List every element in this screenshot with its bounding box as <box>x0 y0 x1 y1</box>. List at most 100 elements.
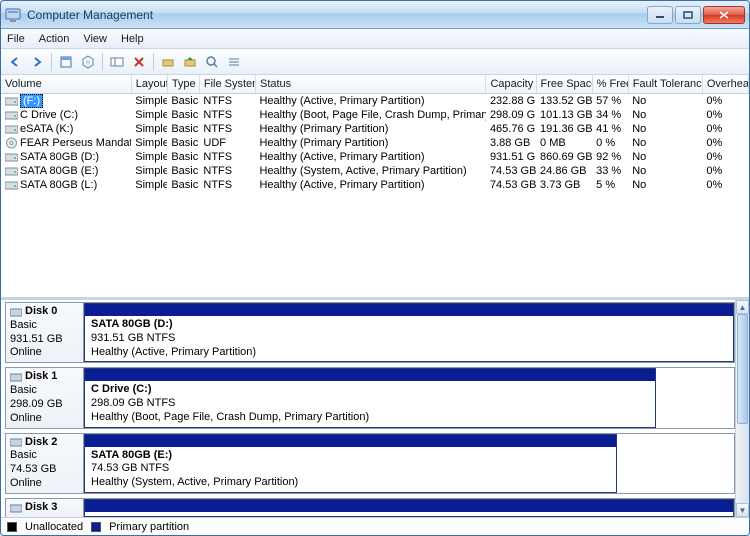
disk-size: 931.51 GB <box>10 333 79 347</box>
table-header[interactable]: Volume Layout Type File System Status Ca… <box>1 75 749 93</box>
disks-pane[interactable]: Disk 0 Basic 931.51 GB Online SATA 80GB (D:)… <box>1 300 749 517</box>
table-row[interactable]: FEAR Perseus Mandate (H:)SimpleBasicUDFH… <box>1 136 749 150</box>
disk-parts: C Drive (C:)298.09 GB NTFSHealthy (Boot,… <box>84 368 734 427</box>
cell-overhead: 0% <box>702 178 748 192</box>
table-row[interactable]: SATA 80GB (D:)SimpleBasicNTFSHealthy (Ac… <box>1 150 749 164</box>
close-button[interactable] <box>703 6 745 24</box>
disk-parts: SATA 80GB (E:)74.53 GB NTFSHealthy (Syst… <box>84 434 734 493</box>
cell-capacity: 74.53 GB <box>486 178 536 192</box>
cell-fault: No <box>628 122 702 136</box>
cell-status: Healthy (Primary Partition) <box>255 136 485 150</box>
col-type[interactable]: Type <box>167 75 199 93</box>
cell-free: 3.73 GB <box>536 178 592 192</box>
volume-name: eSATA (K:) <box>20 123 73 135</box>
disk-state: Online <box>10 477 79 491</box>
col-fs[interactable]: File System <box>199 75 255 93</box>
cell-status: Healthy (Active, Primary Partition) <box>255 93 485 108</box>
table-row[interactable]: SATA 80GB (L:)SimpleBasicNTFSHealthy (Ac… <box>1 178 749 192</box>
action-icon-1[interactable] <box>158 52 178 72</box>
minimize-button[interactable] <box>647 6 673 24</box>
scroll-up-icon[interactable]: ▲ <box>736 300 749 314</box>
disk-icon <box>10 436 22 448</box>
col-volume[interactable]: Volume <box>1 75 131 93</box>
disk-state: Online <box>10 412 79 426</box>
drive-icon <box>5 109 18 121</box>
partition[interactable]: SATA 80GB (E:)74.53 GB NTFSHealthy (Syst… <box>84 434 617 493</box>
col-pfree[interactable]: % Free <box>592 75 628 93</box>
menu-file[interactable]: File <box>7 33 25 45</box>
partition-size: 74.53 GB NTFS <box>91 462 610 476</box>
cell-overhead: 0% <box>702 150 748 164</box>
cell-pfree: 41 % <box>592 122 628 136</box>
scroll-down-icon[interactable]: ▼ <box>736 503 749 517</box>
cell-layout: Simple <box>131 122 167 136</box>
col-overhead[interactable]: Overhead <box>702 75 748 93</box>
menu-view[interactable]: View <box>83 33 107 45</box>
cell-status: Healthy (Primary Partition) <box>255 122 485 136</box>
disk-icon <box>10 371 22 383</box>
content-area: Volume Layout Type File System Status Ca… <box>1 75 749 535</box>
volumes-pane[interactable]: Volume Layout Type File System Status Ca… <box>1 75 749 300</box>
disk-name: Disk 2 <box>25 436 57 450</box>
disk-label: Disk 2Basic74.53 GBOnline <box>6 434 84 493</box>
cell-free: 24.86 GB <box>536 164 592 178</box>
table-row[interactable]: C Drive (C:)SimpleBasicNTFSHealthy (Boot… <box>1 108 749 122</box>
cell-free: 0 MB <box>536 136 592 150</box>
maximize-button[interactable] <box>675 6 701 24</box>
scroll-thumb[interactable] <box>737 314 748 424</box>
disk-row[interactable]: Disk 1Basic298.09 GBOnlineC Drive (C:)29… <box>5 367 735 428</box>
legend-unallocated-label: Unallocated <box>25 521 83 533</box>
cell-fault: No <box>628 164 702 178</box>
action-icon-2[interactable] <box>180 52 200 72</box>
cell-fs: NTFS <box>199 108 255 122</box>
show-hide-icon[interactable] <box>107 52 127 72</box>
cell-status: Healthy (System, Active, Primary Partiti… <box>255 164 485 178</box>
partition-header <box>85 304 733 316</box>
partition-name: SATA 80GB (E:) <box>91 449 610 463</box>
disk-row[interactable]: Disk 0Basic931.51 GBOnlineSATA 80GB (D:)… <box>5 302 735 363</box>
cell-capacity: 298.09 GB <box>486 108 536 122</box>
disk-name: Disk 0 <box>25 305 57 319</box>
disk-row[interactable]: Disk 2Basic74.53 GBOnlineSATA 80GB (E:)7… <box>5 433 735 494</box>
delete-icon[interactable] <box>129 52 149 72</box>
properties-icon[interactable] <box>78 52 98 72</box>
refresh-icon[interactable] <box>56 52 76 72</box>
menu-action[interactable]: Action <box>39 33 70 45</box>
cell-fs: NTFS <box>199 122 255 136</box>
table-row[interactable]: (F:)SimpleBasicNTFSHealthy (Active, Prim… <box>1 93 749 108</box>
cell-fs: NTFS <box>199 150 255 164</box>
partition[interactable]: SATA 80GB (D:)931.51 GB NTFSHealthy (Act… <box>84 303 734 362</box>
legend: Unallocated Primary partition <box>1 517 749 535</box>
partition-name: SATA 80GB (D:) <box>91 318 727 332</box>
col-status[interactable]: Status <box>255 75 485 93</box>
back-button[interactable] <box>5 52 25 72</box>
partition[interactable]: C Drive (C:)298.09 GB NTFSHealthy (Boot,… <box>84 368 656 427</box>
table-row[interactable]: eSATA (K:)SimpleBasicNTFSHealthy (Primar… <box>1 122 749 136</box>
cell-pfree: 34 % <box>592 108 628 122</box>
partition-status: Healthy (Boot, Page File, Crash Dump, Pr… <box>91 411 649 425</box>
col-free[interactable]: Free Space <box>536 75 592 93</box>
cell-pfree: 5 % <box>592 178 628 192</box>
search-icon[interactable] <box>202 52 222 72</box>
table-row[interactable]: SATA 80GB (E:)SimpleBasicNTFSHealthy (Sy… <box>1 164 749 178</box>
scrollbar[interactable]: ▲ ▼ <box>735 300 749 517</box>
disk-row[interactable]: Disk 3 <box>5 498 735 517</box>
cell-type: Basic <box>167 108 199 122</box>
cell-layout: Simple <box>131 136 167 150</box>
cell-status: Healthy (Boot, Page File, Crash Dump, Pr… <box>255 108 485 122</box>
window-title: Computer Management <box>27 8 647 22</box>
disk-parts: SATA 80GB (D:)931.51 GB NTFSHealthy (Act… <box>84 303 734 362</box>
col-fault[interactable]: Fault Tolerance <box>628 75 702 93</box>
list-icon[interactable] <box>224 52 244 72</box>
titlebar[interactable]: Computer Management <box>1 1 749 29</box>
cell-layout: Simple <box>131 164 167 178</box>
cell-overhead: 0% <box>702 164 748 178</box>
disk-type: Basic <box>10 384 79 398</box>
col-layout[interactable]: Layout <box>131 75 167 93</box>
drive-icon <box>5 179 18 191</box>
forward-button[interactable] <box>27 52 47 72</box>
menu-help[interactable]: Help <box>121 33 144 45</box>
disk-size: 298.09 GB <box>10 398 79 412</box>
col-capacity[interactable]: Capacity <box>486 75 536 93</box>
cell-capacity: 74.53 GB <box>486 164 536 178</box>
